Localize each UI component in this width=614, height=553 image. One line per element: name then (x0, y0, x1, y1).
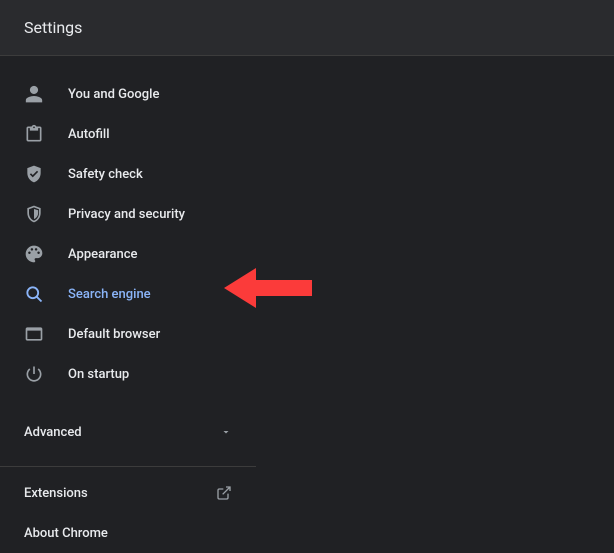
sidebar-item-safety-check[interactable]: Safety check (0, 154, 256, 194)
sidebar-item-label: Search engine (68, 287, 151, 302)
settings-sidebar: You and Google Autofill Safety check Pri… (0, 56, 256, 553)
sidebar-item-label: Appearance (68, 247, 137, 262)
open-external-icon (216, 485, 232, 501)
sidebar-item-label: You and Google (68, 87, 159, 102)
sidebar-advanced-toggle[interactable]: Advanced (0, 412, 256, 452)
chevron-down-icon (220, 426, 232, 438)
sidebar-item-default-browser[interactable]: Default browser (0, 314, 256, 354)
advanced-label: Advanced (24, 425, 82, 440)
sidebar-item-label: On startup (68, 367, 129, 382)
sidebar-item-extensions[interactable]: Extensions (0, 473, 256, 513)
search-icon (24, 284, 44, 304)
sidebar-item-label: Default browser (68, 327, 160, 342)
sidebar-item-privacy-security[interactable]: Privacy and security (0, 194, 256, 234)
settings-header: Settings (0, 0, 614, 56)
sidebar-item-label: Privacy and security (68, 207, 185, 222)
page-title: Settings (24, 18, 82, 37)
palette-icon (24, 244, 44, 264)
sidebar-item-label: Autofill (68, 127, 110, 142)
shield-icon (24, 204, 44, 224)
power-icon (24, 364, 44, 384)
sidebar-item-about-chrome[interactable]: About Chrome (0, 513, 256, 553)
sidebar-item-on-startup[interactable]: On startup (0, 354, 256, 394)
extensions-label: Extensions (24, 486, 88, 501)
about-label: About Chrome (24, 526, 108, 541)
sidebar-item-search-engine[interactable]: Search engine (0, 274, 256, 314)
sidebar-item-autofill[interactable]: Autofill (0, 114, 256, 154)
sidebar-item-appearance[interactable]: Appearance (0, 234, 256, 274)
person-icon (24, 84, 44, 104)
clipboard-icon (24, 124, 44, 144)
shield-check-icon (24, 164, 44, 184)
browser-icon (24, 324, 44, 344)
sidebar-item-you-and-google[interactable]: You and Google (0, 74, 256, 114)
annotation-arrow (224, 266, 314, 310)
divider (0, 466, 256, 467)
sidebar-item-label: Safety check (68, 167, 143, 182)
